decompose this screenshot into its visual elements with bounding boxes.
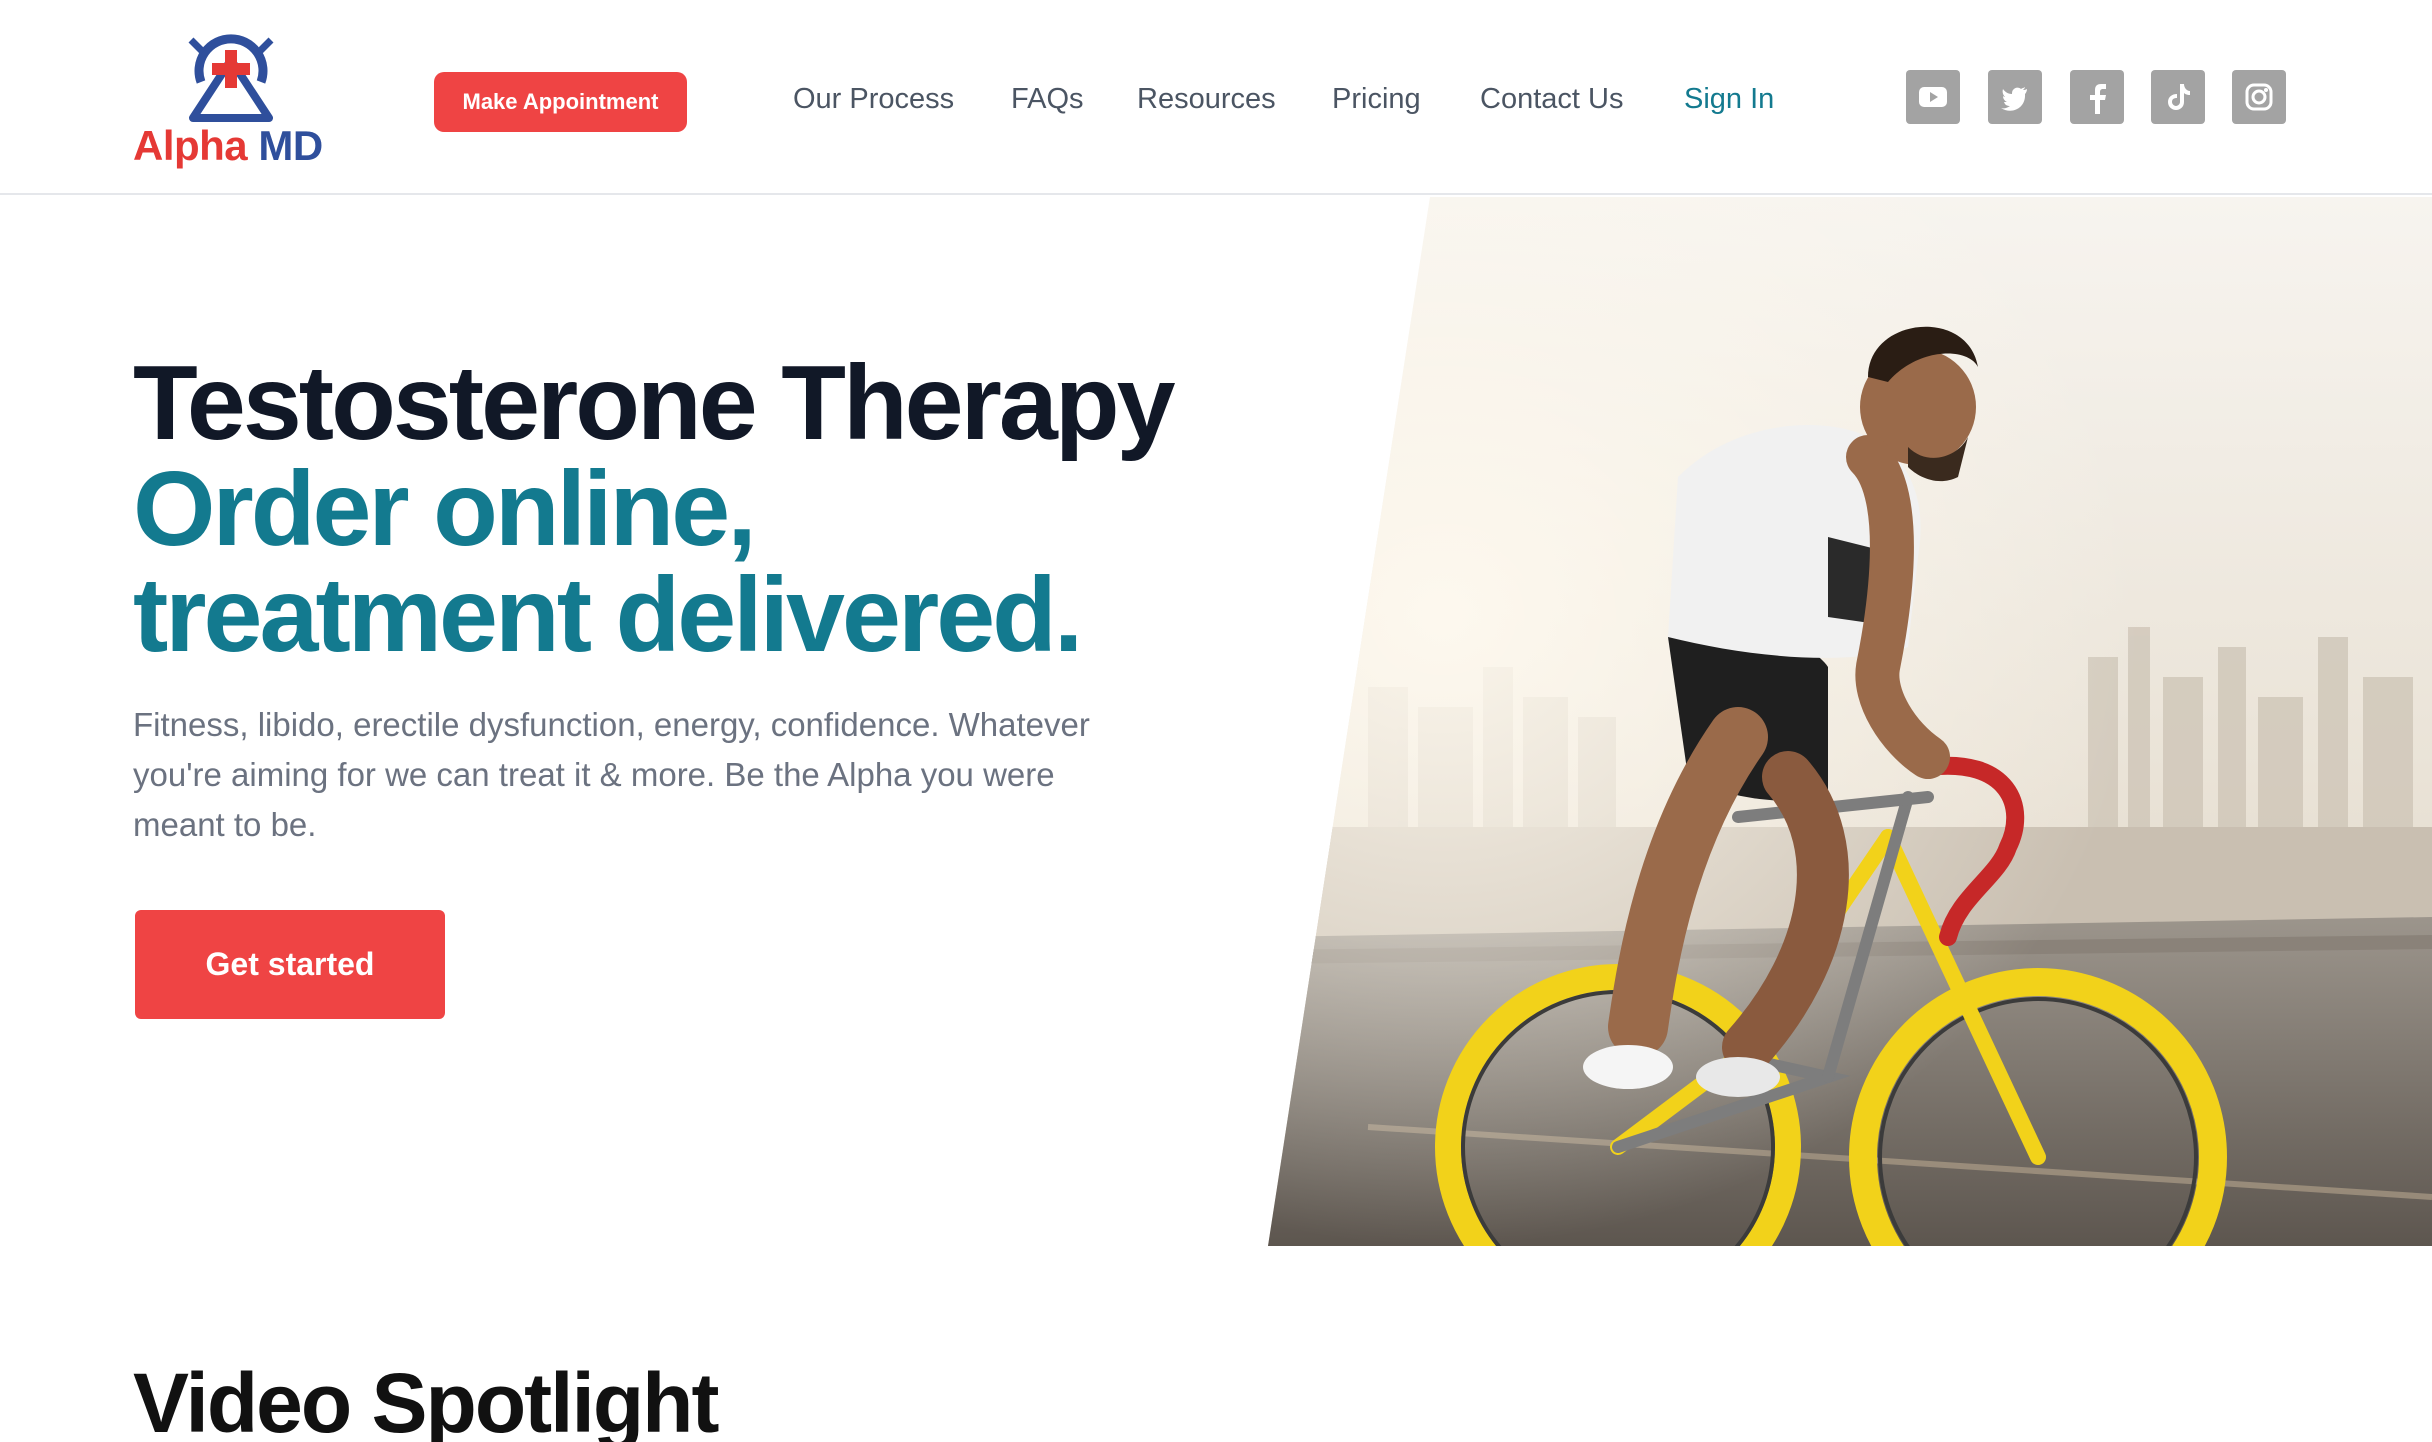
site-header: Alpha MD Make Appointment Our Process FA… <box>0 0 2432 195</box>
hero-image-cyclist <box>1268 197 2432 1246</box>
nav-resources[interactable]: Resources <box>1137 83 1276 116</box>
nav-contact-us[interactable]: Contact Us <box>1480 83 1623 116</box>
page: Alpha MD Make Appointment Our Process FA… <box>0 0 2432 1442</box>
hero-title-line1: Testosterone Therapy <box>133 344 1176 462</box>
hero-title-line3: treatment delivered. <box>133 556 1083 674</box>
nav-faqs[interactable]: FAQs <box>1011 83 1084 116</box>
youtube-icon[interactable] <box>1906 70 1960 124</box>
hero-title: Testosterone Therapy Order online, treat… <box>133 350 1283 668</box>
video-spotlight-heading: Video Spotlight <box>133 1356 719 1442</box>
nav-our-process[interactable]: Our Process <box>793 83 954 116</box>
get-started-button[interactable]: Get started <box>135 910 445 1019</box>
main-nav: Our Process FAQs Resources Pricing Conta… <box>0 0 2432 195</box>
twitter-icon[interactable] <box>1988 70 2042 124</box>
nav-pricing[interactable]: Pricing <box>1332 83 1421 116</box>
facebook-icon[interactable] <box>2070 70 2124 124</box>
instagram-icon[interactable] <box>2232 70 2286 124</box>
tiktok-icon[interactable] <box>2151 70 2205 124</box>
hero-description: Fitness, libido, erectile dysfunction, e… <box>133 706 1090 843</box>
hero-title-line2: Order online, <box>133 450 757 568</box>
nav-sign-in[interactable]: Sign In <box>1684 83 1774 116</box>
